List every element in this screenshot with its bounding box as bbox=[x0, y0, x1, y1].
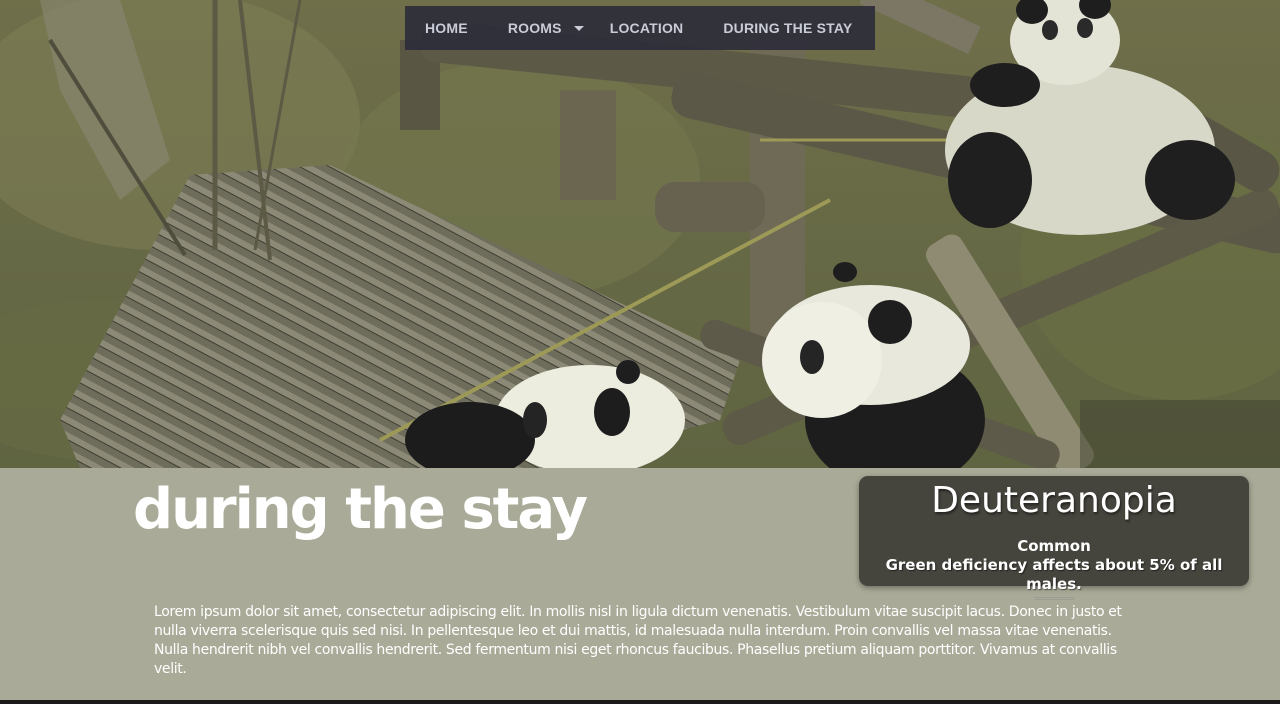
tooltip-description: Green deficiency affects about 5% of all… bbox=[885, 556, 1223, 593]
bottom-strip bbox=[0, 700, 1280, 704]
color-vision-tooltip: Deuteranopia Common Green deficiency aff… bbox=[859, 476, 1249, 600]
tooltip-divider bbox=[1034, 597, 1074, 600]
nav-item-location-label: LOCATION bbox=[609, 20, 684, 36]
nav-item-rooms[interactable]: ROOMS bbox=[508, 6, 584, 50]
nav-item-home[interactable]: HOME bbox=[425, 6, 468, 50]
body-paragraph: Lorem ipsum dolor sit amet, consectetur … bbox=[154, 604, 1122, 677]
main-nav: HOME ROOMS LOCATION DURING THE STAY bbox=[405, 6, 875, 50]
chevron-down-icon bbox=[573, 25, 584, 31]
tooltip-subtitle: Common bbox=[1017, 537, 1091, 555]
nav-item-rooms-label: ROOMS bbox=[507, 20, 562, 36]
nav-item-home-label: HOME bbox=[425, 20, 468, 36]
hero-image bbox=[0, 0, 1280, 468]
nav-item-during-the-stay[interactable]: DURING THE STAY bbox=[723, 6, 852, 50]
nav-item-location[interactable]: LOCATION bbox=[610, 6, 684, 50]
tooltip-title: Deuteranopia bbox=[931, 480, 1177, 521]
nav-item-during-the-stay-label: DURING THE STAY bbox=[723, 20, 853, 36]
page-title: during the stay bbox=[133, 477, 588, 542]
